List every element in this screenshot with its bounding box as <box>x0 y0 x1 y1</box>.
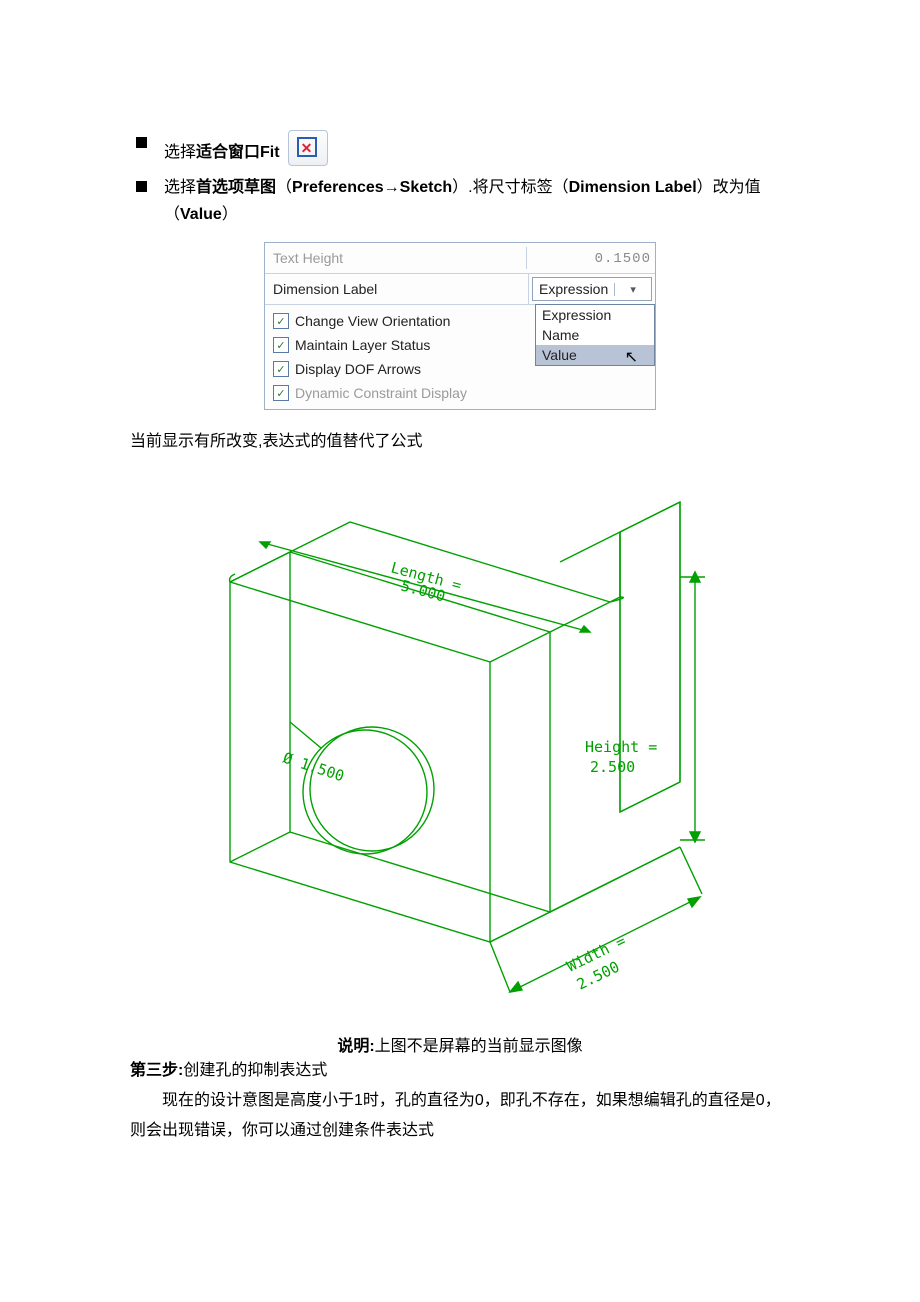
dropdown-option[interactable]: Expression <box>536 305 654 325</box>
svg-text:Height =: Height = <box>585 738 657 756</box>
checkbox-row[interactable]: ✓ Change View Orientation <box>273 313 450 329</box>
dropdown-option-label: Value <box>542 347 577 363</box>
checkbox-label: Maintain Layer Status <box>295 337 430 353</box>
dropdown-option-selected[interactable]: Value ↖ <box>536 345 654 365</box>
checkbox-icon[interactable]: ✓ <box>273 337 289 353</box>
caption-text: 当前显示有所改变,表达式的值替代了公式 <box>130 420 790 461</box>
note-text: 上图不是屏幕的当前显示图像 <box>375 1038 583 1055</box>
text: ） <box>222 206 238 223</box>
checkbox-icon[interactable]: ✓ <box>273 385 289 401</box>
checkbox-icon[interactable]: ✓ <box>273 361 289 377</box>
checkbox-label: Display DOF Arrows <box>295 361 421 377</box>
step-heading: 第三步:创建孔的抑制表达式 <box>130 1056 790 1086</box>
preferences-panel: Text Height 0.1500 Dimension Label Expre… <box>264 242 656 410</box>
dropdown-option[interactable]: Name <box>536 325 654 345</box>
figure-note: 说明:上图不是屏幕的当前显示图像 <box>130 1032 790 1056</box>
document-page: 选择适合窗口Fit 选择首选项草图（Preferences→Sketch）.将尺… <box>0 0 920 1207</box>
checkbox-row[interactable]: ✓ Display DOF Arrows <box>273 361 421 377</box>
text: .将尺寸标签（ <box>468 179 568 196</box>
text: 选择 <box>164 179 196 196</box>
pref-label: Dimension Label <box>265 277 528 301</box>
pref-row-text-height: Text Height 0.1500 <box>265 243 655 274</box>
text: （ <box>276 179 292 196</box>
bullet-list: 选择适合窗口Fit 选择首选项草图（Preferences→Sketch）.将尺… <box>130 130 790 228</box>
note-prefix: 说明: <box>337 1038 374 1055</box>
text: ） <box>452 179 468 196</box>
dimension-label-combo[interactable]: Expression ▾ <box>532 277 652 301</box>
checkbox-row[interactable]: ✓ Maintain Layer Status <box>273 337 430 353</box>
combo-value: Expression <box>533 281 614 297</box>
checkbox-label: Dynamic Constraint Display <box>295 385 467 401</box>
svg-text:2.500: 2.500 <box>590 758 635 776</box>
step-title: 创建孔的抑制表达式 <box>183 1062 327 1079</box>
bold-text: 首选项草图 <box>196 179 276 196</box>
pref-row-dimension-label: Dimension Label Expression ▾ <box>265 274 655 305</box>
bold-text: Value <box>180 206 222 223</box>
bold-text: Preferences <box>292 179 384 196</box>
bold-text: Sketch <box>400 179 452 196</box>
bullet-item-preferences: 选择首选项草图（Preferences→Sketch）.将尺寸标签（Dimens… <box>130 174 790 228</box>
checkbox-icon[interactable]: ✓ <box>273 313 289 329</box>
fit-window-icon[interactable] <box>288 130 328 166</box>
cursor-icon: ↖ <box>625 347 638 367</box>
checkbox-row[interactable]: ✓ Dynamic Constraint Display <box>273 385 467 401</box>
step-label: 第三步: <box>130 1062 183 1079</box>
pref-row-checkboxes: ✓ Change View Orientation ✓ Maintain Lay… <box>265 305 655 409</box>
bullet-item-fit: 选择适合窗口Fit <box>130 130 790 166</box>
chevron-down-icon[interactable]: ▾ <box>614 283 651 296</box>
text: 选择 <box>164 144 196 161</box>
pref-value[interactable]: 0.1500 <box>531 251 657 267</box>
checkbox-label: Change View Orientation <box>295 313 450 329</box>
bold-text: Dimension Label <box>569 179 697 196</box>
bold-text: 适合窗口Fit <box>196 144 280 161</box>
pref-label: Text Height <box>265 246 526 270</box>
cad-figure: Ø 1.500 Length = 5.000 H <box>130 462 790 1022</box>
body-paragraph: 现在的设计意图是高度小于1时，孔的直径为0，即孔不存在，如果想编辑孔的直径是0，… <box>130 1086 790 1147</box>
arrow-text: → <box>384 179 400 196</box>
dimension-label-dropdown[interactable]: Expression Name Value ↖ <box>535 304 655 366</box>
